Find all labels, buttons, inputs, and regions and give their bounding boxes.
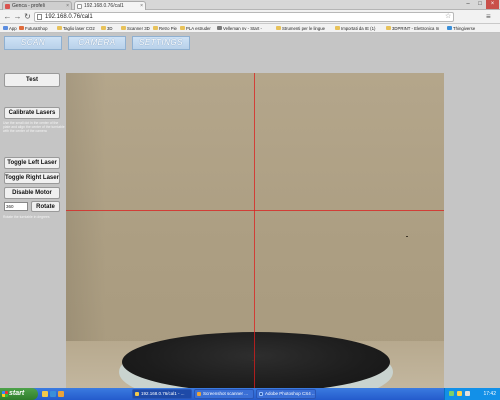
bookmark-label: 3D (107, 26, 113, 31)
degrees-input[interactable]: 360 (4, 202, 28, 211)
photoshop-icon (259, 392, 263, 396)
taskbar-item-photoshop[interactable]: Adobe Photoshop CS4 ... (256, 389, 316, 399)
bookmark-label: Velleman nv - Start - (223, 26, 262, 31)
quick-launch-icon[interactable] (42, 391, 48, 397)
bookmark-scanner-3d[interactable]: Scanner 3D (121, 25, 150, 32)
forward-button[interactable]: → (13, 12, 22, 22)
folder-icon (101, 26, 106, 30)
page-content: SCAN CAMERA SETTINGS Test Calibrate Lase… (0, 33, 500, 389)
bookmark-velleman[interactable]: Velleman nv - Start - (217, 25, 262, 32)
tab-label: 192.168.0.76/cal1 (84, 3, 124, 9)
bookmark-thingiverse[interactable]: Thingiverse (447, 25, 475, 32)
bookmark-label: Thingiverse (453, 26, 476, 31)
url-text: 192.168.0.76/cal1 (45, 14, 93, 20)
tab-favicon-icon (5, 4, 10, 9)
reload-button[interactable]: ↻ (23, 12, 32, 22)
quick-launch-icon[interactable] (50, 391, 56, 397)
quick-launch-icon[interactable] (58, 391, 64, 397)
bookmark-label: PLA estruder (186, 26, 211, 31)
bookmark-3dprint[interactable]: 3DPRINT - Elettronica In (386, 25, 439, 32)
bookmark-label: Scanner 3D (127, 26, 150, 31)
apps-icon (3, 26, 8, 30)
calibrate-help-text: Use the small dot in the center of the p… (3, 121, 65, 133)
site-icon (19, 26, 24, 30)
browser-tab-cal1[interactable]: 192.168.0.76/cal1 × (74, 1, 146, 10)
menu-icon[interactable]: ≡ (486, 12, 491, 21)
toggle-left-laser-button[interactable]: Toggle Left Laser (4, 157, 60, 169)
folder-icon (335, 26, 340, 30)
close-window-button[interactable]: × (486, 0, 499, 9)
folder-icon (276, 26, 281, 30)
toggle-right-laser-button[interactable]: Toggle Right Laser (4, 172, 60, 184)
folder-icon (386, 26, 391, 30)
rotate-help-text: Rotate the turntable in degrees (3, 215, 50, 219)
bookmark-3d[interactable]: 3D (101, 25, 113, 32)
tab-settings[interactable]: SETTINGS (132, 36, 190, 50)
camera-feed[interactable] (66, 73, 444, 389)
bookmark-label: FuturaShop (25, 26, 48, 31)
folder-icon (153, 26, 158, 30)
tab-close-icon[interactable]: × (66, 2, 69, 10)
tab-close-icon[interactable]: × (140, 2, 143, 10)
tab-page-icon (77, 4, 82, 9)
start-button[interactable]: start (0, 388, 38, 400)
browser-tab-strip: Genca - profeli × 192.168.0.76/cal1 × – … (0, 0, 500, 10)
bookmark-label: App (9, 26, 17, 31)
folder-icon (197, 392, 201, 396)
start-label: start (9, 390, 25, 397)
site-icon (447, 26, 452, 30)
windows-flag-icon (2, 391, 8, 397)
maximize-button[interactable]: □ (474, 0, 486, 9)
browser-icon (135, 392, 139, 396)
bookmark-label: 3DPRINT - Elettronica In (392, 26, 440, 31)
taskbar-item-screenshot[interactable]: Screenshot scanner ... (194, 389, 254, 399)
page-icon (37, 14, 42, 20)
taskbar: start 192.168.0.76/cal1 - ... Screenshot… (0, 388, 500, 400)
folder-icon (121, 26, 126, 30)
bookmark-star-icon[interactable]: ☆ (445, 12, 451, 20)
bookmark-label: Strumenti per le lingue (282, 26, 325, 31)
bookmark-taglio-laser[interactable]: Taglio laser CO2 (57, 25, 95, 32)
bookmark-label: Taglio laser CO2 (63, 26, 95, 31)
tray-icon[interactable] (449, 391, 454, 396)
bookmark-apps[interactable]: App (3, 25, 17, 32)
volume-icon[interactable] (465, 391, 470, 396)
crosshair-horizontal-line (66, 210, 444, 211)
calibrate-lasers-button[interactable]: Calibrate Lasers (4, 107, 60, 119)
bookmark-pla-estruder[interactable]: PLA estruder (180, 25, 211, 32)
browser-tab-genca[interactable]: Genca - profeli × (2, 1, 72, 10)
bookmark-retro-pie[interactable]: Retro Pie (153, 25, 177, 32)
minimize-button[interactable]: – (462, 0, 474, 9)
clock: 17:42 (483, 391, 496, 397)
bookmarks-bar: App FuturaShop Taglio laser CO2 3D Scann… (0, 24, 500, 33)
tab-label: Genca - profeli (12, 3, 45, 9)
turntable (122, 332, 390, 389)
rotate-button[interactable]: Rotate (31, 201, 60, 212)
bookmark-futurashop[interactable]: FuturaShop (19, 25, 47, 32)
bookmark-label: Importati da IE (1) (341, 26, 376, 31)
crosshair-vertical-line (254, 73, 255, 389)
system-tray: 17:42 (444, 388, 500, 400)
bookmark-label: Retro Pie (159, 26, 177, 31)
task-label: Screenshot scanner ... (203, 391, 249, 396)
address-bar[interactable]: 192.168.0.76/cal1 (34, 12, 454, 22)
tray-icon[interactable] (457, 391, 462, 396)
page-icon (217, 26, 222, 30)
taskbar-item-browser[interactable]: 192.168.0.76/cal1 - ... (132, 389, 192, 399)
test-button[interactable]: Test (4, 73, 60, 87)
tab-scan[interactable]: SCAN (4, 36, 62, 50)
browser-toolbar: ← → ↻ 192.168.0.76/cal1 (0, 10, 500, 24)
disable-motor-button[interactable]: Disable Motor (4, 187, 60, 199)
task-label: 192.168.0.76/cal1 - ... (141, 391, 185, 396)
bookmark-strumenti[interactable]: Strumenti per le lingue (276, 25, 325, 32)
surface-speck (406, 236, 408, 237)
tab-camera[interactable]: CAMERA (68, 36, 126, 50)
task-label: Adobe Photoshop CS4 ... (265, 391, 316, 396)
folder-icon (57, 26, 62, 30)
bookmark-importati-ie[interactable]: Importati da IE (1) (335, 25, 375, 32)
back-button[interactable]: ← (3, 12, 12, 22)
folder-icon (180, 26, 185, 30)
